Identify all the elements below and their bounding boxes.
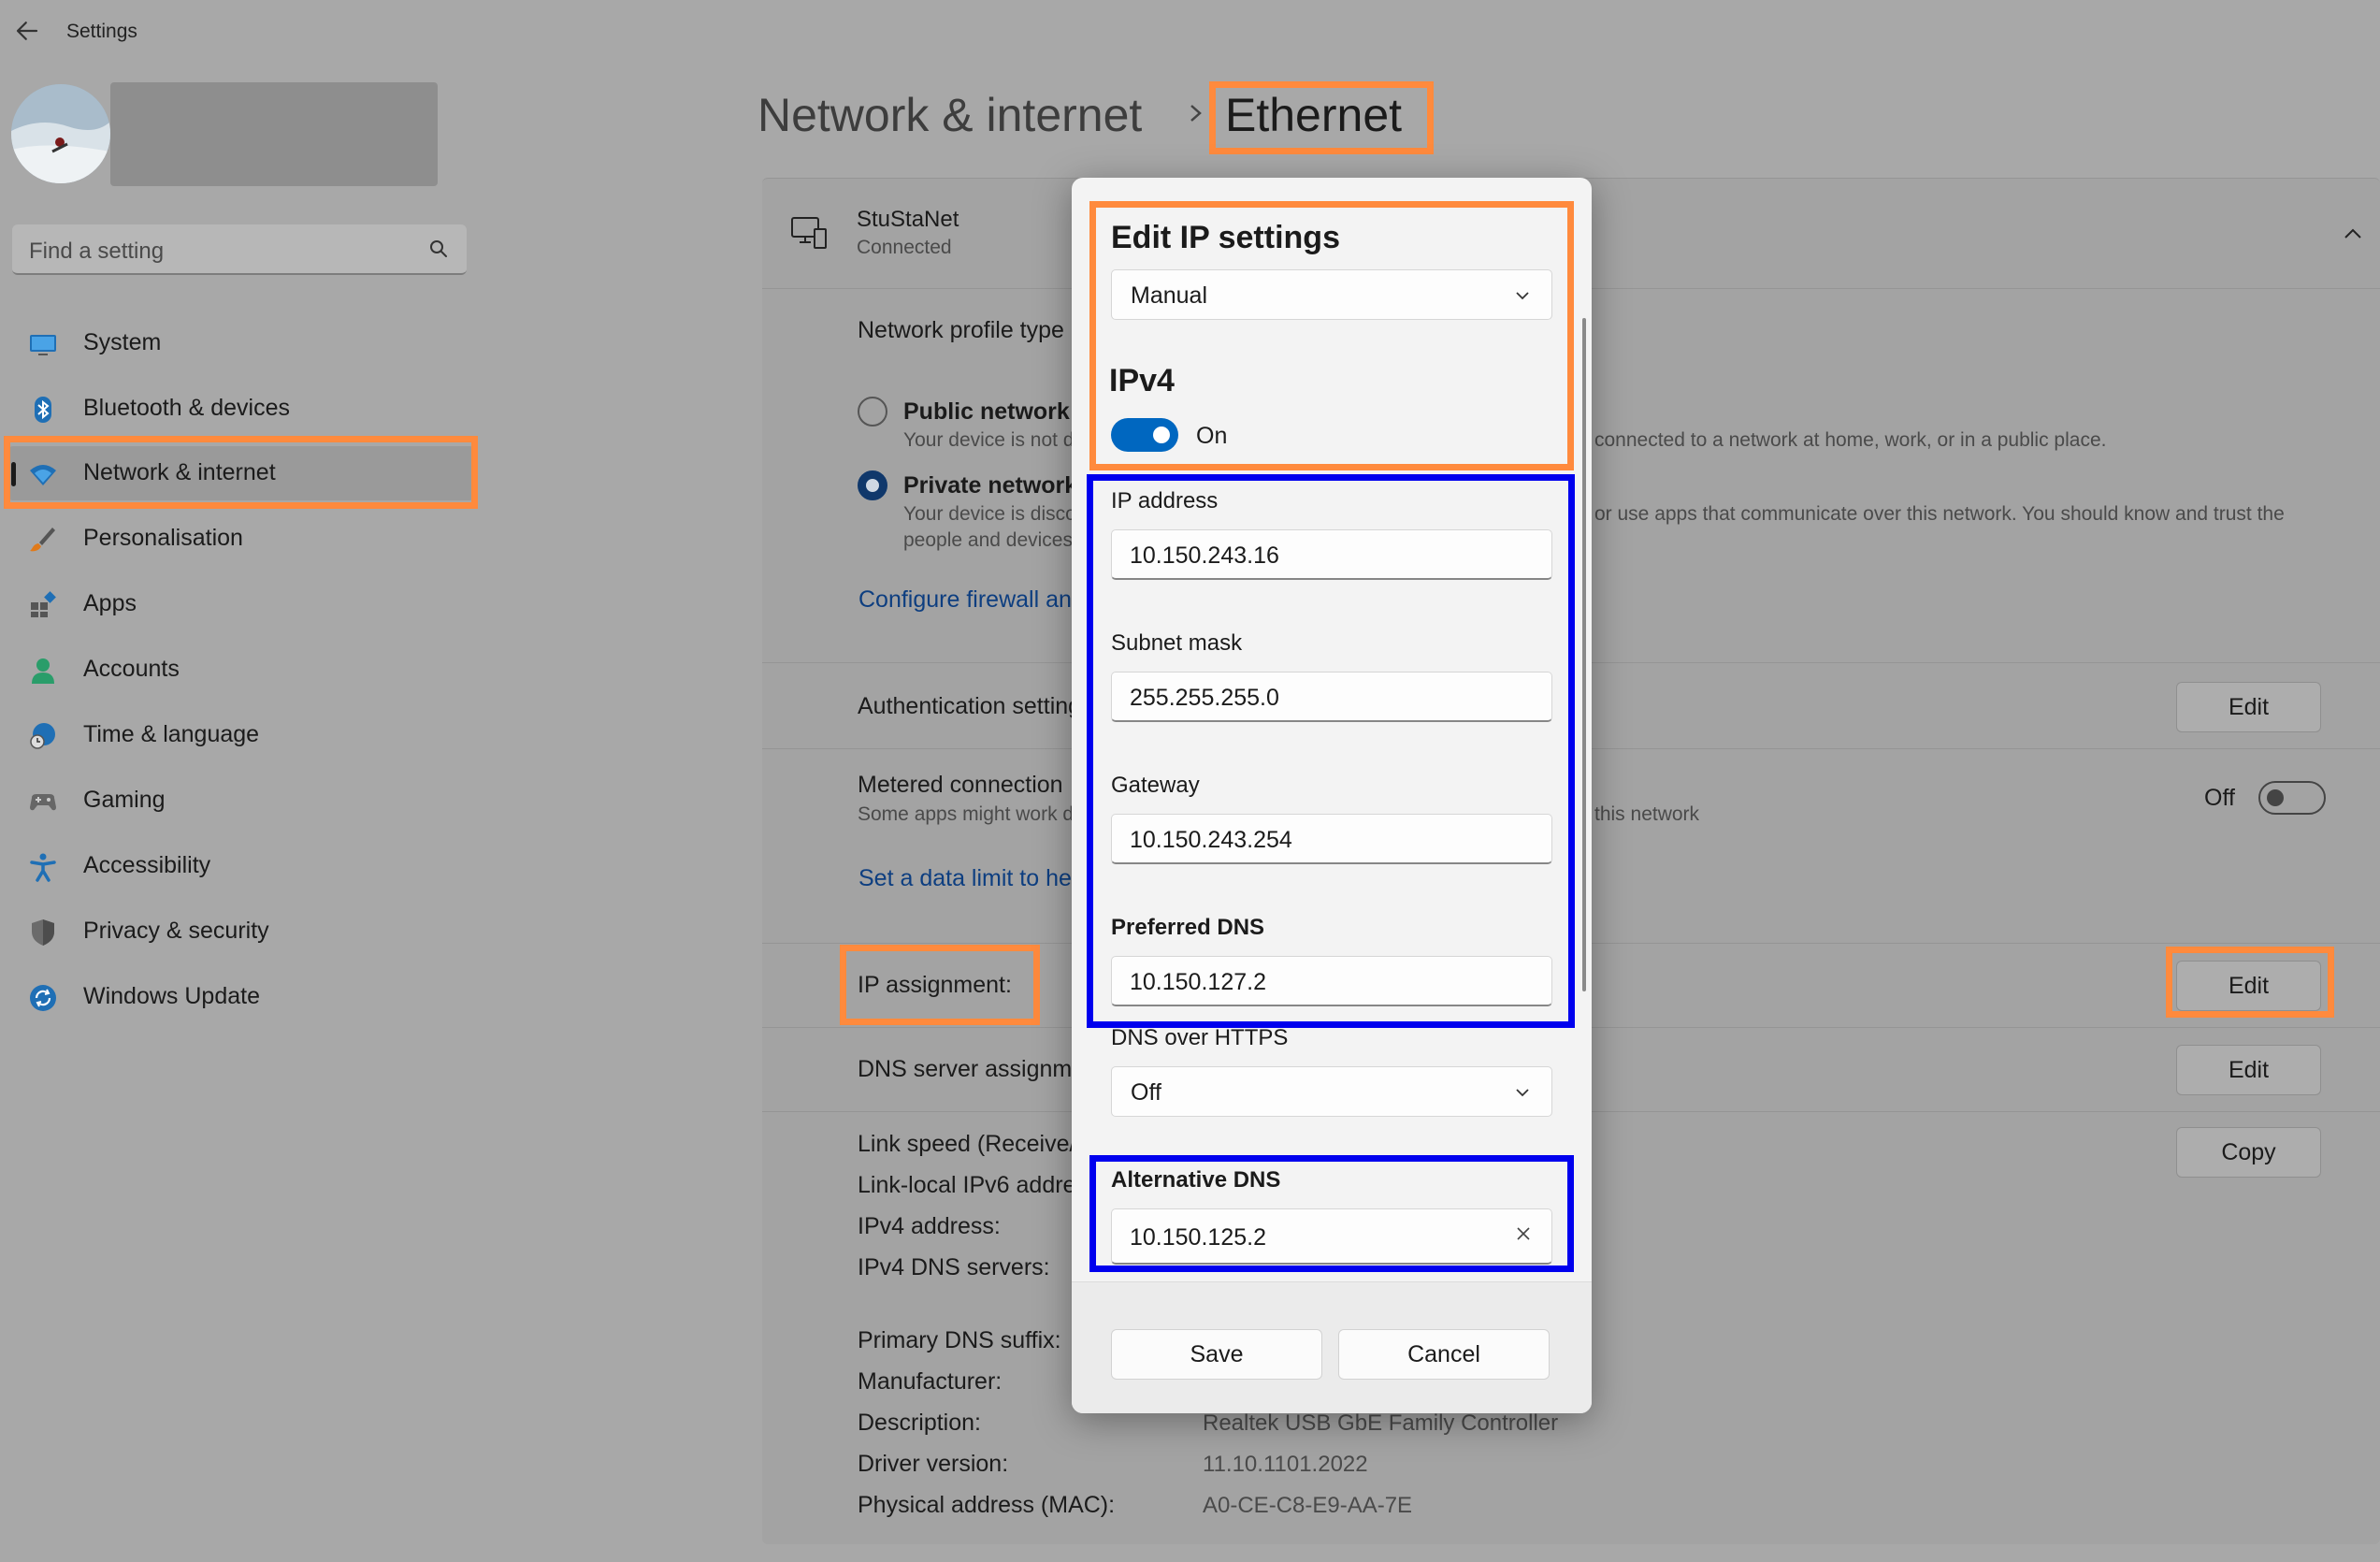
sidebar-item-label: Accessibility [83, 852, 211, 878]
property-label: IPv4 address: [858, 1213, 1001, 1239]
private-network-desc-right: or use apps that communicate over this n… [1594, 503, 2285, 525]
property-label: IPv4 DNS servers: [858, 1254, 1050, 1280]
network-status: Connected [857, 237, 952, 258]
sidebar-item-privacy-security[interactable]: Privacy & security [0, 904, 477, 959]
public-network-label: Public network ( [903, 398, 1085, 425]
sidebar-item-label: Bluetooth & devices [83, 395, 290, 421]
highlight-ip-assignment [840, 945, 1040, 1025]
back-arrow-icon[interactable] [13, 17, 41, 45]
highlight-alternative-dns [1089, 1155, 1574, 1272]
metered-toggle[interactable] [2258, 781, 2326, 815]
sidebar-item-gaming[interactable]: Gaming [0, 774, 477, 828]
network-name: StuStaNet [857, 207, 959, 232]
dns-over-https-value: Off [1131, 1079, 1161, 1106]
profile-type-label: Network profile type [858, 317, 1064, 343]
bluetooth-icon [28, 395, 58, 425]
sidebar-item-label: Windows Update [83, 983, 260, 1009]
sidebar-item-accessibility[interactable]: Accessibility [0, 839, 477, 893]
highlight-dialog-header [1089, 201, 1574, 470]
private-network-radio[interactable] [858, 470, 887, 500]
property-value: 11.10.1101.2022 [1203, 1452, 1368, 1477]
avatar[interactable] [11, 84, 110, 183]
dns-over-https-select[interactable]: Off [1111, 1066, 1552, 1117]
property-label: Primary DNS suffix: [858, 1327, 1061, 1353]
authentication-edit-button[interactable]: Edit [2176, 682, 2321, 732]
search-icon [430, 240, 447, 257]
sidebar-item-apps[interactable]: Apps [0, 577, 477, 631]
breadcrumb-parent[interactable]: Network & internet [757, 88, 1142, 142]
public-network-radio[interactable] [858, 397, 887, 427]
sidebar-item-label: Time & language [83, 721, 260, 747]
dns-assignment-label: DNS server assignme [858, 1056, 1086, 1082]
app-title: Settings [66, 21, 137, 42]
chevron-up-icon[interactable] [2343, 224, 2363, 244]
search-placeholder: Find a setting [29, 239, 165, 264]
metered-state: Off [2204, 785, 2235, 811]
sidebar-item-label: System [83, 329, 162, 355]
property-label: Description: [858, 1410, 981, 1436]
property-label: Link-local IPv6 addres [858, 1172, 1088, 1198]
person-icon [28, 656, 58, 686]
cancel-button[interactable]: Cancel [1338, 1329, 1550, 1380]
metered-desc-left: Some apps might work d [858, 803, 1075, 825]
dns-over-https-label: DNS over HTTPS [1111, 1025, 1289, 1050]
sidebar-item-label: Apps [83, 590, 137, 616]
paintbrush-icon [28, 525, 58, 555]
account-name-redacted [110, 82, 438, 186]
sidebar-item-time-language[interactable]: Time & language [0, 708, 477, 762]
sidebar-item-personalisation[interactable]: Personalisation [0, 512, 477, 566]
property-label: Driver version: [858, 1451, 1009, 1477]
authentication-label: Authentication setting [858, 693, 1082, 719]
metered-desc-right: this network [1594, 803, 1700, 825]
ethernet-icon [791, 217, 827, 249]
property-label: Link speed (Receive/T [858, 1131, 1090, 1157]
highlight-ip-edit-button [2166, 947, 2334, 1018]
copy-button[interactable]: Copy [2176, 1127, 2321, 1178]
dialog-scrollbar[interactable] [1582, 318, 1586, 991]
sidebar-item-label: Privacy & security [83, 918, 269, 944]
globe-clock-icon [28, 721, 58, 751]
highlight-network-nav [4, 436, 478, 509]
chevron-right-icon [1190, 105, 1202, 122]
sidebar-item-label: Personalisation [83, 525, 243, 551]
sidebar-item-bluetooth-devices[interactable]: Bluetooth & devices [0, 382, 477, 436]
gamepad-icon [28, 787, 58, 817]
public-network-desc-right: connected to a network at home, work, or… [1594, 429, 2107, 451]
property-label: Physical address (MAC): [858, 1492, 1116, 1518]
configure-firewall-link[interactable]: Configure firewall and [858, 586, 1085, 614]
accessibility-icon [28, 852, 58, 882]
highlight-ip-fields [1087, 474, 1575, 1028]
search-input[interactable]: Find a setting [12, 224, 467, 275]
sidebar-item-accounts[interactable]: Accounts [0, 643, 477, 697]
private-network-label: Private network [903, 472, 1078, 499]
highlight-ethernet-title [1209, 81, 1434, 154]
sidebar-item-label: Accounts [83, 656, 180, 682]
shield-icon [28, 918, 58, 947]
metered-label: Metered connection [858, 772, 1063, 798]
property-value: A0-CE-C8-E9-AA-7E [1203, 1493, 1413, 1518]
private-network-desc-left: Your device is disco [903, 503, 1076, 525]
data-limit-link[interactable]: Set a data limit to hel [858, 865, 1076, 892]
monitor-icon [28, 329, 58, 359]
dialog-footer: Save Cancel [1072, 1281, 1592, 1413]
apps-icon [28, 590, 58, 620]
property-label: Manufacturer: [858, 1368, 1002, 1395]
sidebar-item-system[interactable]: System [0, 316, 477, 370]
dns-assignment-edit-button[interactable]: Edit [2176, 1045, 2321, 1095]
sidebar-item-windows-update[interactable]: Windows Update [0, 970, 477, 1024]
private-network-desc-left-2: people and devices [903, 529, 1073, 551]
update-icon [28, 983, 58, 1013]
property-value: Realtek USB GbE Family Controller [1203, 1410, 1559, 1436]
sidebar-item-label: Gaming [83, 787, 166, 813]
chevron-down-icon [1516, 1089, 1529, 1097]
save-button[interactable]: Save [1111, 1329, 1322, 1380]
public-network-desc-left: Your device is not d [903, 429, 1075, 451]
